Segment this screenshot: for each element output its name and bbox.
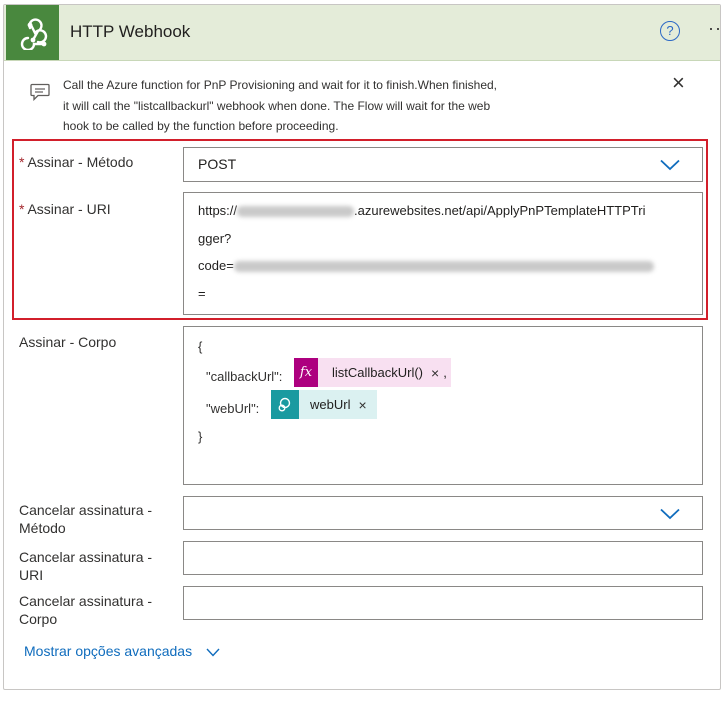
question-circle-icon[interactable]: ? [660,21,680,41]
comment-line: Call the Azure function for PnP Provisio… [63,78,498,92]
weburl-key: "webUrl": [206,401,260,416]
unsubscribe-body-label: Cancelar assinatura - Corpo [19,592,152,628]
comment-icon [30,83,50,101]
uri-line-1: https:// .azurewebsites.net/api/ApplyPnPT… [198,203,645,218]
uri-code-key: code= [198,258,234,273]
show-advanced-options-link[interactable]: Mostrar opções avançadas [24,643,220,659]
unsubscribe-uri-label: Cancelar assinatura - URI [19,548,152,584]
unsubscribe-method-label: Cancelar assinatura - Método [19,501,152,537]
uri-line-4: = [198,286,206,301]
label-line: Método [19,520,66,536]
card-title: HTTP Webhook [70,22,191,41]
unsubscribe-body-input[interactable] [183,586,703,620]
subscribe-method-label: * Assinar - Método [19,153,133,171]
redacted-host [237,206,355,218]
webhook-icon [6,5,59,60]
uri-line-2: gger? [198,231,232,246]
label-line: Cancelar assinatura - [19,549,153,565]
remove-token-icon[interactable]: × [358,397,366,413]
function-icon: fx [294,358,318,387]
expression-token[interactable]: fx listCallbackUrl() × , [294,358,451,387]
subscribe-uri-input[interactable]: https:// .azurewebsites.net/api/ApplyPnPT… [183,192,703,315]
subscribe-uri-label: * Assinar - URI [19,200,111,218]
subscribe-uri-label-text: Assinar - URI [27,201,111,217]
callback-key: "callbackUrl": [206,369,283,384]
unsubscribe-uri-input[interactable] [183,541,703,575]
comment-line: it will call the "listcallbackurl" webho… [63,98,491,113]
open-brace: { [198,339,203,354]
dynamic-content-token[interactable]: webUrl × [271,390,377,419]
chevron-down-icon [660,508,680,520]
uri-suffix: .azurewebsites.net/api/ApplyPnPTemplateH… [354,203,646,218]
sharepoint-icon [271,390,299,419]
subscribe-method-dropdown[interactable]: POST [183,147,703,182]
label-line: Corpo [19,611,58,627]
uri-line-3: code= [198,258,654,273]
dynamic-token-label: webUrl [310,397,351,412]
required-marker: * [19,201,25,217]
comment-line: hook to be called by the function before… [63,119,339,133]
more-options-icon[interactable]: ·· [708,18,722,39]
unsubscribe-method-dropdown[interactable] [183,496,703,530]
expression-token-label: listCallbackUrl() [332,365,424,380]
close-comment-icon[interactable]: × [672,70,685,96]
label-line: Cancelar assinatura - [19,593,153,609]
required-marker: * [19,154,25,170]
advanced-options-label: Mostrar opções avançadas [24,643,193,659]
label-line: URI [19,567,44,583]
chevron-down-icon [206,648,220,657]
subscribe-body-label: Assinar - Corpo [19,334,117,350]
subscribe-method-value: POST [198,156,237,172]
action-comment[interactable]: Call the Azure function for PnP Provisio… [63,75,553,137]
card-header[interactable]: HTTP Webhook ? ·· [4,5,722,61]
uri-prefix: https:// [198,203,238,218]
close-brace: } [198,429,203,444]
remove-token-icon[interactable]: × [431,365,439,381]
subscribe-body-input[interactable]: { "callbackUrl": fx listCallbackUrl() × … [183,326,703,485]
comma: , [443,365,447,380]
subscribe-method-label-text: Assinar - Método [27,154,134,170]
chevron-down-icon [660,159,680,171]
label-line: Cancelar assinatura - [19,502,153,518]
redacted-code [233,261,654,273]
